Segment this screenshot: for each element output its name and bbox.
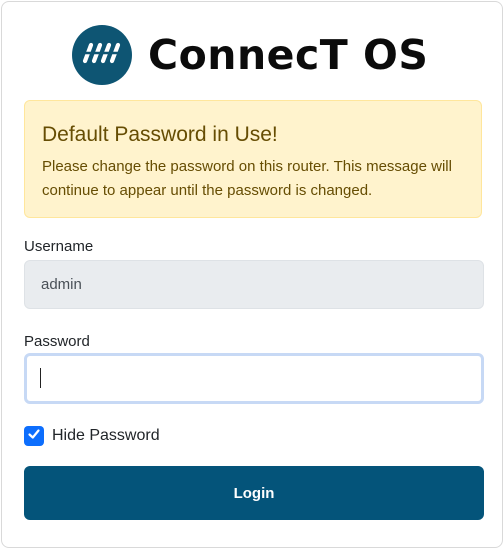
brand-header: ConnecT OS — [72, 25, 428, 85]
username-field[interactable] — [24, 260, 484, 309]
hide-password-checkbox[interactable] — [24, 426, 44, 446]
alert-message: Please change the password on this route… — [42, 158, 452, 199]
login-card: ConnecT OS Default Password in Use! Plea… — [1, 1, 503, 548]
brand-name: ConnecT OS — [148, 31, 429, 79]
wave-icon — [82, 41, 122, 70]
username-label: Username — [24, 238, 94, 255]
login-button[interactable]: Login — [24, 466, 484, 520]
default-password-alert: Default Password in Use! Please change t… — [24, 100, 482, 218]
hide-password-label: Hide Password — [52, 427, 160, 444]
checkmark-icon — [27, 427, 41, 446]
hide-password-row[interactable]: Hide Password — [24, 426, 160, 446]
password-field[interactable] — [24, 353, 484, 404]
text-caret — [40, 368, 41, 388]
password-label: Password — [24, 333, 90, 350]
alert-title: Default Password in Use! — [42, 123, 278, 146]
brand-logo — [72, 25, 132, 85]
